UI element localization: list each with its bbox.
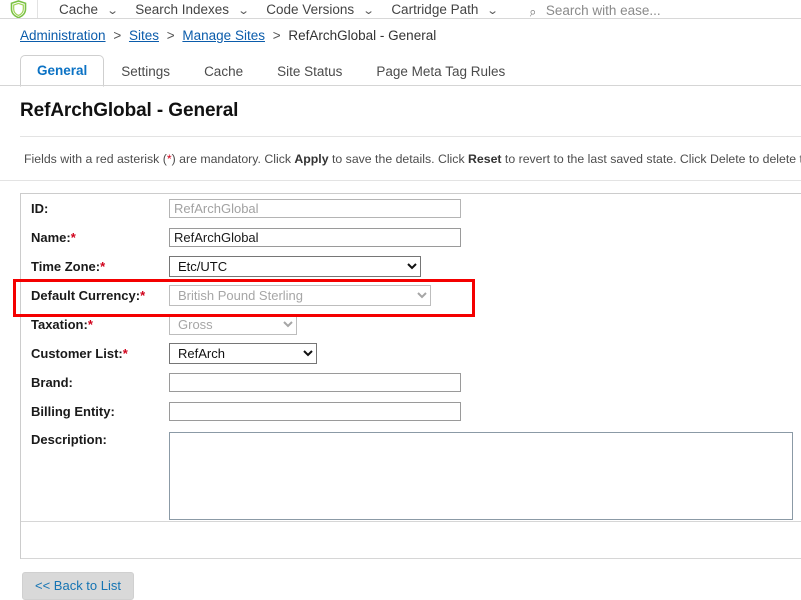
shield-logo-icon[interactable] xyxy=(0,0,38,18)
label-customer-list-text: Customer List: xyxy=(31,346,123,361)
form-row-brand: Brand: xyxy=(21,368,801,397)
taxation-select: Gross xyxy=(169,314,297,335)
global-top-bar: Cache ⌄ Search Indexes ⌄ Code Versions ⌄… xyxy=(0,0,801,19)
topnav-label: Search Indexes xyxy=(135,2,229,17)
breadcrumb-separator: > xyxy=(269,28,285,43)
hint-text-part: to save the details. Click xyxy=(329,152,468,166)
label-billing-entity: Billing Entity: xyxy=(31,404,169,419)
label-description-text: Description: xyxy=(31,432,107,447)
breadcrumb-link-sites[interactable]: Sites xyxy=(129,28,159,43)
mandatory-fields-hint: Fields with a red asterisk (*) are manda… xyxy=(24,152,801,166)
control-name xyxy=(169,228,801,247)
required-asterisk: * xyxy=(123,346,128,361)
billing-entity-field[interactable] xyxy=(169,402,461,421)
form-row-default-currency: Default Currency:* British Pound Sterlin… xyxy=(21,281,801,310)
form-row-time-zone: Time Zone:* Etc/UTC xyxy=(21,252,801,281)
control-brand xyxy=(169,373,801,392)
brand-field[interactable] xyxy=(169,373,461,392)
id-field xyxy=(169,199,461,218)
label-customer-list: Customer List:* xyxy=(31,346,169,361)
global-search[interactable]: ⌕ Search with ease... xyxy=(529,0,661,18)
hint-divider xyxy=(0,180,801,181)
required-asterisk: * xyxy=(100,259,105,274)
search-icon: ⌕ xyxy=(528,4,537,18)
form-row-taxation: Taxation:* Gross xyxy=(21,310,801,339)
hint-text-part: ) are mandatory. Click xyxy=(172,152,295,166)
breadcrumb: Administration > Sites > Manage Sites > … xyxy=(20,28,436,43)
breadcrumb-separator: > xyxy=(109,28,125,43)
description-textarea[interactable] xyxy=(169,432,793,520)
tab-bar-underline xyxy=(0,85,801,86)
label-taxation-text: Taxation: xyxy=(31,317,88,332)
topnav-label: Cartridge Path xyxy=(391,2,478,17)
form-row-id: ID: xyxy=(21,194,801,223)
topnav-item-search-indexes[interactable]: Search Indexes ⌄ xyxy=(126,0,257,18)
label-brand: Brand: xyxy=(31,375,169,390)
page-title: RefArchGlobal - General xyxy=(20,100,238,122)
global-nav-items: Cache ⌄ Search Indexes ⌄ Code Versions ⌄… xyxy=(38,0,661,18)
chevron-down-icon: ⌄ xyxy=(237,6,249,17)
control-id xyxy=(169,199,801,218)
control-taxation: Gross xyxy=(169,314,801,335)
tab-cache[interactable]: Cache xyxy=(187,56,260,87)
label-name: Name:* xyxy=(31,230,169,245)
customer-list-select[interactable]: RefArch xyxy=(169,343,317,364)
label-default-currency: Default Currency:* xyxy=(31,288,169,303)
site-general-form: ID: Name:* Time Zone:* Etc/UTC Default C… xyxy=(20,193,801,559)
label-description: Description: xyxy=(31,432,169,447)
hint-text-part: to delete the site. xyxy=(746,152,801,166)
topnav-label: Cache xyxy=(59,2,98,17)
back-to-list-button[interactable]: << Back to List xyxy=(22,572,134,600)
topnav-item-code-versions[interactable]: Code Versions ⌄ xyxy=(257,0,382,18)
label-name-text: Name: xyxy=(31,230,71,245)
tab-page-meta-tag-rules[interactable]: Page Meta Tag Rules xyxy=(359,56,522,87)
control-customer-list: RefArch xyxy=(169,343,801,364)
tab-bar: General Settings Cache Site Status Page … xyxy=(20,54,801,86)
topnav-label: Code Versions xyxy=(266,2,354,17)
time-zone-select[interactable]: Etc/UTC xyxy=(169,256,421,277)
label-id: ID: xyxy=(31,201,169,216)
control-time-zone: Etc/UTC xyxy=(169,256,801,277)
label-billing-entity-text: Billing Entity: xyxy=(31,404,115,419)
required-asterisk: * xyxy=(88,317,93,332)
label-time-zone-text: Time Zone: xyxy=(31,259,100,274)
topnav-item-cache[interactable]: Cache ⌄ xyxy=(50,0,126,18)
form-row-description: Description: xyxy=(21,426,801,521)
tab-site-status[interactable]: Site Status xyxy=(260,56,359,87)
control-default-currency: British Pound Sterling xyxy=(169,285,801,306)
hint-text-part: to revert to the last saved state. Click xyxy=(502,152,710,166)
chevron-down-icon: ⌄ xyxy=(487,6,499,17)
control-description xyxy=(169,432,801,523)
title-divider xyxy=(20,136,801,137)
form-row-billing-entity: Billing Entity: xyxy=(21,397,801,426)
label-brand-text: Brand: xyxy=(31,375,73,390)
required-asterisk: * xyxy=(71,230,76,245)
breadcrumb-link-manage-sites[interactable]: Manage Sites xyxy=(182,28,265,43)
breadcrumb-separator: > xyxy=(163,28,179,43)
breadcrumb-current: RefArchGlobal - General xyxy=(288,28,436,43)
required-asterisk: * xyxy=(140,288,145,303)
form-row-name: Name:* xyxy=(21,223,801,252)
control-billing-entity xyxy=(169,402,801,421)
label-id-text: ID: xyxy=(31,201,48,216)
topnav-item-cartridge-path[interactable]: Cartridge Path ⌄ xyxy=(382,0,506,18)
form-panel-footer xyxy=(21,521,801,559)
default-currency-select: British Pound Sterling xyxy=(169,285,431,306)
label-taxation: Taxation:* xyxy=(31,317,169,332)
tab-settings[interactable]: Settings xyxy=(104,56,187,87)
tab-general[interactable]: General xyxy=(20,55,104,87)
name-field[interactable] xyxy=(169,228,461,247)
hint-apply-word: Apply xyxy=(294,152,328,166)
breadcrumb-link-administration[interactable]: Administration xyxy=(20,28,106,43)
hint-reset-word: Reset xyxy=(468,152,502,166)
chevron-down-icon: ⌄ xyxy=(362,6,374,17)
label-time-zone: Time Zone:* xyxy=(31,259,169,274)
form-row-customer-list: Customer List:* RefArch xyxy=(21,339,801,368)
search-placeholder-text: Search with ease... xyxy=(546,3,661,18)
hint-delete-word: Delete xyxy=(710,152,746,166)
hint-text-part: Fields with a red asterisk ( xyxy=(24,152,167,166)
chevron-down-icon: ⌄ xyxy=(106,6,118,17)
label-default-currency-text: Default Currency: xyxy=(31,288,140,303)
